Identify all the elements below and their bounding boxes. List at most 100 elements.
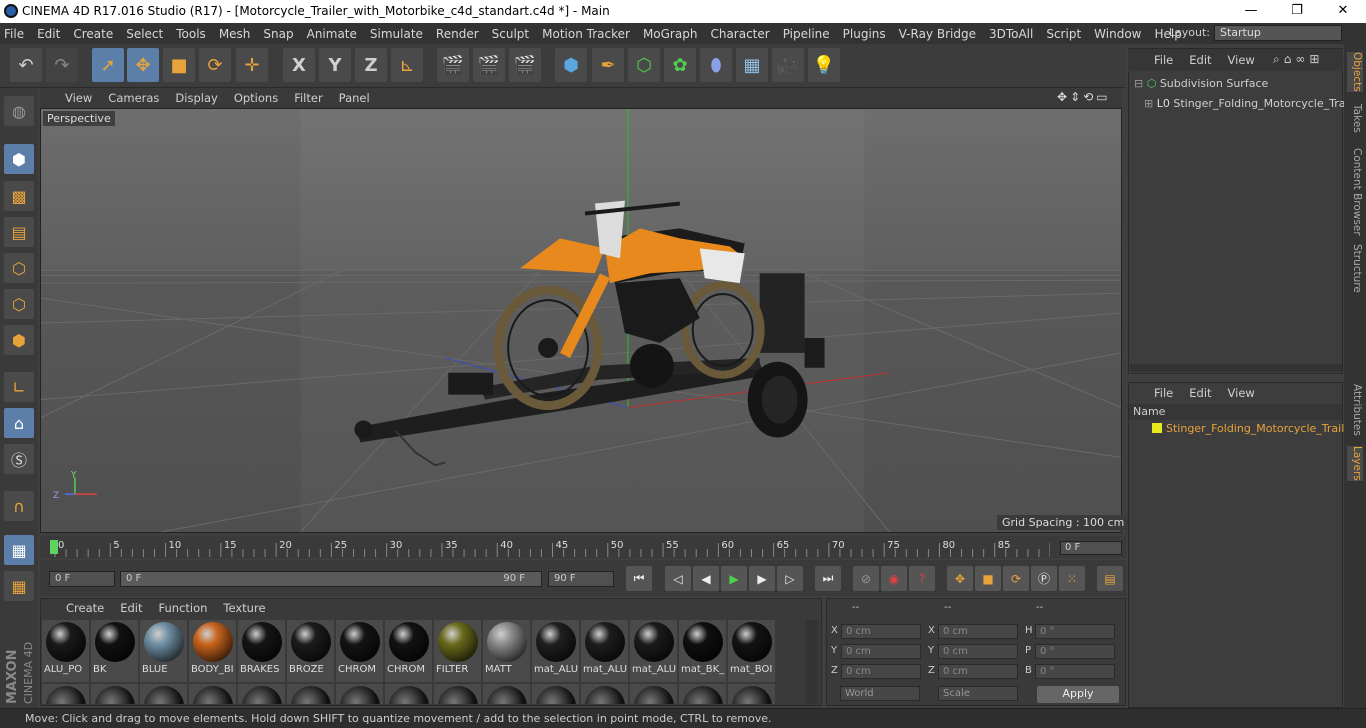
material-swatch-row2[interactable] xyxy=(140,684,187,704)
add-deformer-button[interactable]: ⬮ xyxy=(700,48,732,82)
coordinate-system-dropdown[interactable]: World xyxy=(840,686,920,701)
tree-item-stinger-trailer[interactable]: ⊞ L0 Stinger_Folding_Motorcycle_Trai xyxy=(1144,97,1349,110)
next-key-button[interactable]: ▷ xyxy=(777,566,803,591)
material-swatch[interactable]: BRAKES xyxy=(238,620,285,682)
material-swatch[interactable]: mat_ALU xyxy=(532,620,579,682)
viewport-nav-icons[interactable]: ✥⇕⟲▭ xyxy=(1057,90,1111,104)
material-swatch[interactable]: FILTER xyxy=(434,620,481,682)
add-camera-button[interactable]: 🎥 xyxy=(772,48,804,82)
key-parameter-button[interactable]: Ⓟ xyxy=(1031,566,1057,591)
material-menu-texture[interactable]: Texture xyxy=(223,601,265,615)
tab-layers[interactable]: Layers xyxy=(1347,446,1363,481)
snap-settings-button[interactable]: Ⓢ xyxy=(4,444,34,474)
scale-tool-button[interactable]: ■ xyxy=(163,48,195,82)
material-swatch[interactable]: MATT xyxy=(483,620,530,682)
object-scrollbar[interactable] xyxy=(1130,364,1342,372)
keyframe-selection-button[interactable]: ? xyxy=(909,566,935,591)
menu-file[interactable]: File xyxy=(4,27,24,41)
material-swatch-row2[interactable] xyxy=(287,684,334,704)
tab-objects[interactable]: Objects xyxy=(1347,52,1363,92)
previous-frame-button[interactable]: ◀ xyxy=(693,566,719,591)
close-button[interactable]: ✕ xyxy=(1320,0,1366,23)
key-scale-button[interactable]: ■ xyxy=(975,566,1001,591)
menu-motion-tracker[interactable]: Motion Tracker xyxy=(542,27,630,41)
object-toolbar-icons[interactable]: ⌕⌂∞⊞ xyxy=(1273,52,1323,67)
material-swatch[interactable]: CHROM xyxy=(336,620,383,682)
camera-label[interactable]: Perspective xyxy=(43,111,115,126)
viewport-menu-display[interactable]: Display xyxy=(175,91,217,105)
layer-row-stinger[interactable]: Stinger_Folding_Motorcycle_Traile xyxy=(1140,422,1351,435)
end-frame-field[interactable]: 90 F xyxy=(548,571,614,587)
menu-window[interactable]: Window xyxy=(1094,27,1141,41)
texture-mode-button[interactable]: ▩ xyxy=(4,181,34,211)
workplane-settings-button[interactable]: ▦ xyxy=(4,571,34,601)
object-menu-view[interactable]: View xyxy=(1228,53,1255,67)
render-view-button[interactable]: 🎬 xyxy=(437,48,469,82)
enable-axis-button[interactable]: ∟ xyxy=(4,372,34,402)
layer-column-header[interactable]: Name xyxy=(1129,404,1342,420)
edit-render-settings-button[interactable]: 🎬 xyxy=(509,48,541,82)
layer-menu-view[interactable]: View xyxy=(1228,386,1255,400)
menu-sculpt[interactable]: Sculpt xyxy=(492,27,529,41)
coord-field[interactable]: 0 ° xyxy=(1035,644,1115,659)
coord-field[interactable]: 0 cm xyxy=(938,664,1018,679)
material-swatch[interactable]: mat_ALU xyxy=(630,620,677,682)
add-light-button[interactable]: 💡 xyxy=(808,48,840,82)
timeline-ruler[interactable]: 051015202530354045505560657075808590 xyxy=(50,537,1050,557)
record-keys-button[interactable]: ⊘ xyxy=(853,566,879,591)
material-swatch-row2[interactable] xyxy=(434,684,481,704)
z-axis-lock-button[interactable]: Z xyxy=(355,48,387,82)
live-selection-button[interactable]: ➚ xyxy=(92,48,124,82)
material-swatch[interactable]: CHROM xyxy=(385,620,432,682)
material-swatch[interactable]: ALU_PO xyxy=(42,620,89,682)
menu-animate[interactable]: Animate xyxy=(307,27,357,41)
menu-3dtoall[interactable]: 3DToAll xyxy=(989,27,1033,41)
timeline-playhead[interactable] xyxy=(50,540,58,554)
redo-button[interactable]: ↷ xyxy=(46,48,78,82)
material-swatch-row2[interactable] xyxy=(728,684,775,704)
material-swatch-row2[interactable] xyxy=(532,684,579,704)
viewport-menu-options[interactable]: Options xyxy=(234,91,278,105)
previous-key-button[interactable]: ◁ xyxy=(665,566,691,591)
coord-field[interactable]: 0 ° xyxy=(1035,664,1115,679)
apply-button[interactable]: Apply xyxy=(1037,686,1119,703)
move-tool-button[interactable]: ✥ xyxy=(127,48,159,82)
material-swatch[interactable]: mat_BOI xyxy=(728,620,775,682)
key-position-button[interactable]: ✥ xyxy=(947,566,973,591)
material-menu-function[interactable]: Function xyxy=(159,601,208,615)
menu-tools[interactable]: Tools xyxy=(176,27,206,41)
polygons-mode-button[interactable]: ⬢ xyxy=(4,325,34,355)
coord-field[interactable]: 0 cm xyxy=(841,624,921,639)
material-swatch-row2[interactable] xyxy=(238,684,285,704)
material-swatch-row2[interactable] xyxy=(483,684,530,704)
material-swatch-row2[interactable] xyxy=(42,684,89,704)
x-axis-lock-button[interactable]: X xyxy=(283,48,315,82)
menu-edit[interactable]: Edit xyxy=(37,27,60,41)
key-rotation-button[interactable]: ⟳ xyxy=(1003,566,1029,591)
coord-field[interactable]: 0 cm xyxy=(841,644,921,659)
transform-mode-dropdown[interactable]: Scale xyxy=(938,686,1018,701)
frame-range-slider[interactable]: 0 F 90 F xyxy=(120,571,542,587)
y-axis-lock-button[interactable]: Y xyxy=(319,48,351,82)
coord-field[interactable]: 0 cm xyxy=(938,644,1018,659)
coord-field[interactable]: 0 cm xyxy=(841,664,921,679)
current-frame-field[interactable]: 0 F xyxy=(1060,541,1122,555)
material-swatch-row2[interactable] xyxy=(581,684,628,704)
tab-content-browser[interactable]: Content Browser xyxy=(1347,148,1363,236)
recent-tools-button[interactable]: ✛ xyxy=(236,48,268,82)
material-swatch-row2[interactable] xyxy=(91,684,138,704)
tab-structure[interactable]: Structure xyxy=(1347,244,1363,293)
magnet-button[interactable]: ∩ xyxy=(4,491,34,521)
material-swatch[interactable]: BROZE xyxy=(287,620,334,682)
material-swatch[interactable]: BODY_BI xyxy=(189,620,236,682)
menu-simulate[interactable]: Simulate xyxy=(370,27,423,41)
material-swatch-row2[interactable] xyxy=(630,684,677,704)
edges-mode-button[interactable]: ⬡ xyxy=(4,289,34,319)
material-menu-create[interactable]: Create xyxy=(66,601,104,615)
tab-attributes[interactable]: Attributes xyxy=(1347,384,1363,436)
go-to-start-button[interactable]: ⏮ xyxy=(626,566,652,591)
add-spline-button[interactable]: ✒ xyxy=(592,48,624,82)
start-frame-field[interactable]: 0 F xyxy=(49,571,115,587)
object-menu-file[interactable]: File xyxy=(1154,53,1173,67)
make-editable-button[interactable]: ◍ xyxy=(4,96,34,126)
